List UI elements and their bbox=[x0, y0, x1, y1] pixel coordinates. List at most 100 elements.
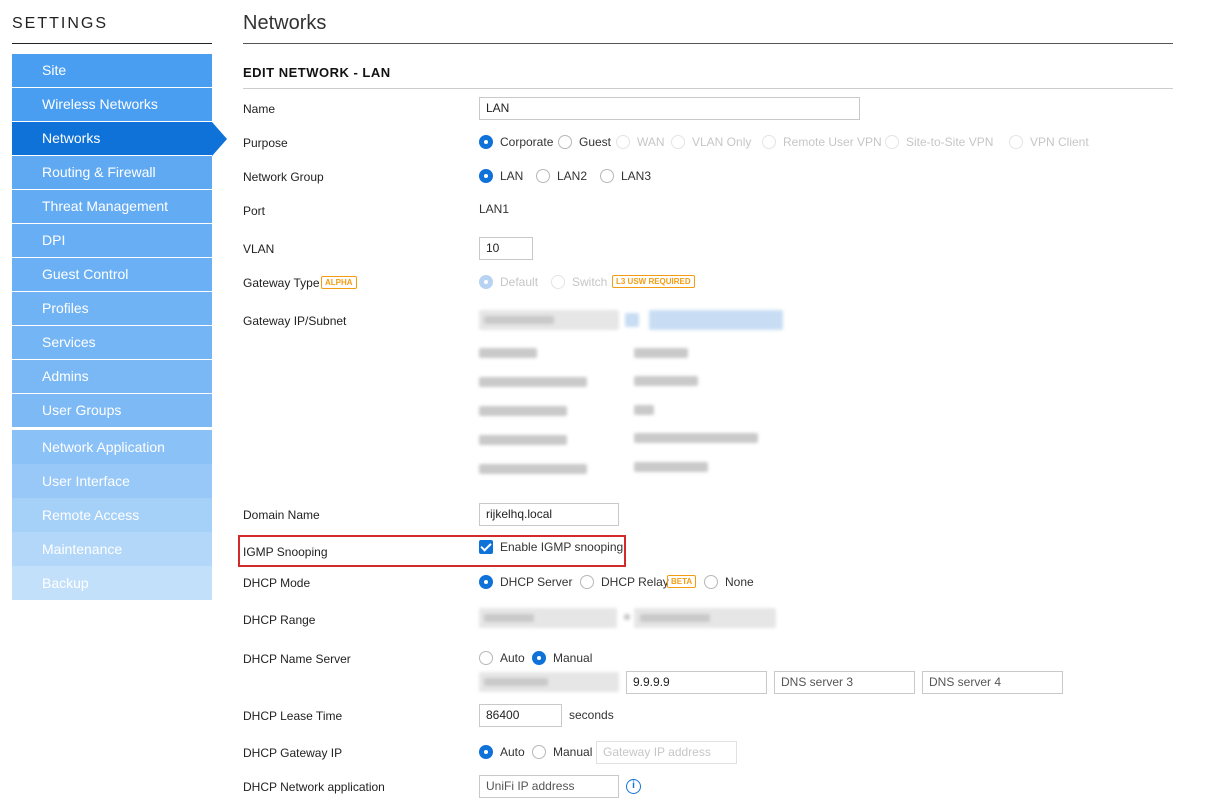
seconds-unit-label: seconds bbox=[569, 708, 614, 722]
sidebar-item-remote-access[interactable]: Remote Access bbox=[12, 498, 212, 532]
dns-server-2-input[interactable]: 9.9.9.9 bbox=[626, 671, 767, 694]
network-group-lan3-radio[interactable] bbox=[600, 169, 614, 183]
purpose-vpn-client-radio bbox=[1009, 135, 1023, 149]
port-value: LAN1 bbox=[479, 202, 510, 216]
dhcp-gateway-ip-input: Gateway IP address bbox=[596, 741, 737, 764]
refresh-icon[interactable] bbox=[625, 313, 639, 327]
dns-server-4-input[interactable]: DNS server 4 bbox=[922, 671, 1063, 694]
network-group-lan-label: LAN bbox=[500, 169, 524, 183]
dhcp-gateway-auto-radio[interactable] bbox=[479, 745, 493, 759]
purpose-label: Purpose bbox=[243, 136, 288, 150]
dhcp-mode-server-radio[interactable] bbox=[479, 575, 493, 589]
section-title: EDIT NETWORK - LAN bbox=[243, 65, 391, 80]
sidebar-item-backup[interactable]: Backup bbox=[12, 566, 212, 600]
igmp-snooping-checkbox[interactable] bbox=[479, 540, 493, 554]
purpose-corporate-label: Corporate bbox=[500, 135, 554, 149]
redacted-text bbox=[634, 376, 698, 386]
sidebar-item-user-interface[interactable]: User Interface bbox=[12, 464, 212, 498]
redacted-text bbox=[634, 433, 758, 443]
sidebar-item-user-groups[interactable]: User Groups bbox=[12, 394, 212, 427]
sidebar-item-routing-firewall[interactable]: Routing & Firewall bbox=[12, 156, 212, 189]
network-group-lan2-label: LAN2 bbox=[557, 169, 588, 183]
dhcp-gateway-ip-label: DHCP Gateway IP bbox=[243, 746, 343, 760]
redacted-text bbox=[479, 464, 587, 474]
purpose-remote-user-vpn-radio bbox=[762, 135, 776, 149]
network-group-lan3-label: LAN3 bbox=[621, 169, 652, 183]
dhcp-gateway-auto-label: Auto bbox=[500, 745, 525, 759]
vlan-label: VLAN bbox=[243, 242, 275, 256]
gateway-type-default-radio bbox=[479, 275, 493, 289]
redacted-text bbox=[484, 614, 534, 622]
dhcp-name-server-auto-radio[interactable] bbox=[479, 651, 493, 665]
redacted-text bbox=[634, 348, 688, 358]
sidebar-item-maintenance[interactable]: Maintenance bbox=[12, 532, 212, 566]
sidebar-item-guest-control[interactable]: Guest Control bbox=[12, 258, 212, 291]
network-group-label: Network Group bbox=[243, 170, 324, 184]
gateway-type-switch-radio bbox=[551, 275, 565, 289]
dhcp-mode-relay-radio[interactable] bbox=[580, 575, 594, 589]
gateway-ip-subnet-label: Gateway IP/Subnet bbox=[243, 314, 347, 328]
igmp-snooping-label: IGMP Snooping bbox=[243, 545, 328, 559]
redacted-text bbox=[484, 678, 548, 686]
purpose-vlan-only-radio bbox=[671, 135, 685, 149]
purpose-guest-radio[interactable] bbox=[558, 135, 572, 149]
network-group-lan-radio[interactable] bbox=[479, 169, 493, 183]
domain-name-input[interactable]: rijkelhq.local bbox=[479, 503, 619, 526]
sidebar-item-wireless-networks[interactable]: Wireless Networks bbox=[12, 88, 212, 121]
name-label: Name bbox=[243, 102, 276, 116]
purpose-guest-label: Guest bbox=[579, 135, 612, 149]
dhcp-range-label: DHCP Range bbox=[243, 613, 316, 627]
name-input[interactable]: LAN bbox=[479, 97, 860, 120]
sidebar-item-dpi[interactable]: DPI bbox=[12, 224, 212, 257]
page-title: Networks bbox=[243, 12, 327, 34]
vlan-input[interactable]: 10 bbox=[479, 237, 533, 260]
domain-name-label: Domain Name bbox=[243, 508, 320, 522]
divider bbox=[12, 43, 212, 44]
purpose-site-to-site-vpn-radio bbox=[885, 135, 899, 149]
dhcp-name-server-label: DHCP Name Server bbox=[243, 652, 351, 666]
dhcp-gateway-manual-radio[interactable] bbox=[532, 745, 546, 759]
info-icon[interactable]: i bbox=[626, 779, 641, 794]
active-indicator bbox=[212, 122, 227, 156]
redacted-text bbox=[479, 348, 537, 358]
settings-title: SETTINGS bbox=[12, 15, 109, 32]
dhcp-mode-label: DHCP Mode bbox=[243, 576, 311, 590]
purpose-vpn-client-label: VPN Client bbox=[1030, 135, 1089, 149]
redacted-text bbox=[624, 614, 630, 620]
purpose-corporate-radio[interactable] bbox=[479, 135, 493, 149]
gateway-type-label: Gateway Type bbox=[243, 276, 320, 290]
network-group-lan2-radio[interactable] bbox=[536, 169, 550, 183]
purpose-site-to-site-vpn-label: Site-to-Site VPN bbox=[906, 135, 994, 149]
dhcp-gateway-manual-label: Manual bbox=[553, 745, 593, 759]
port-label: Port bbox=[243, 204, 266, 218]
sidebar-item-networks[interactable]: Networks bbox=[12, 122, 212, 155]
dns-server-3-input[interactable]: DNS server 3 bbox=[774, 671, 915, 694]
sidebar-item-services[interactable]: Services bbox=[12, 326, 212, 359]
redacted-text bbox=[640, 614, 710, 622]
redacted-text bbox=[634, 405, 654, 415]
igmp-snooping-checkbox-label: Enable IGMP snooping bbox=[500, 540, 624, 554]
dhcp-mode-none-radio[interactable] bbox=[704, 575, 718, 589]
redacted-text bbox=[484, 316, 554, 324]
dhcp-name-server-manual-radio[interactable] bbox=[532, 651, 546, 665]
dhcp-mode-none-label: None bbox=[725, 575, 754, 589]
gateway-type-switch-label: Switch bbox=[572, 275, 608, 289]
sidebar-item-site[interactable]: Site bbox=[12, 54, 212, 87]
unifi-ip-address-input[interactable]: UniFi IP address bbox=[479, 775, 619, 798]
beta-badge: BETA bbox=[667, 575, 697, 588]
sidebar-item-profiles[interactable]: Profiles bbox=[12, 292, 212, 325]
sidebar-item-network-application[interactable]: Network Application bbox=[12, 430, 212, 464]
dhcp-lease-time-input[interactable]: 86400 bbox=[479, 704, 562, 727]
dhcp-mode-relay-label: DHCP Relay bbox=[601, 575, 669, 589]
redacted-link[interactable] bbox=[649, 310, 783, 330]
sidebar-item-admins[interactable]: Admins bbox=[12, 360, 212, 393]
l3-usw-required-badge: L3 USW REQUIRED bbox=[612, 275, 695, 288]
gateway-type-default-label: Default bbox=[500, 275, 539, 289]
purpose-wan-radio bbox=[616, 135, 630, 149]
divider bbox=[243, 43, 1173, 44]
dhcp-lease-time-label: DHCP Lease Time bbox=[243, 709, 343, 723]
divider bbox=[243, 88, 1173, 89]
redacted-text bbox=[479, 435, 567, 445]
sidebar-item-threat-management[interactable]: Threat Management bbox=[12, 190, 212, 223]
purpose-remote-user-vpn-label: Remote User VPN bbox=[783, 135, 882, 149]
